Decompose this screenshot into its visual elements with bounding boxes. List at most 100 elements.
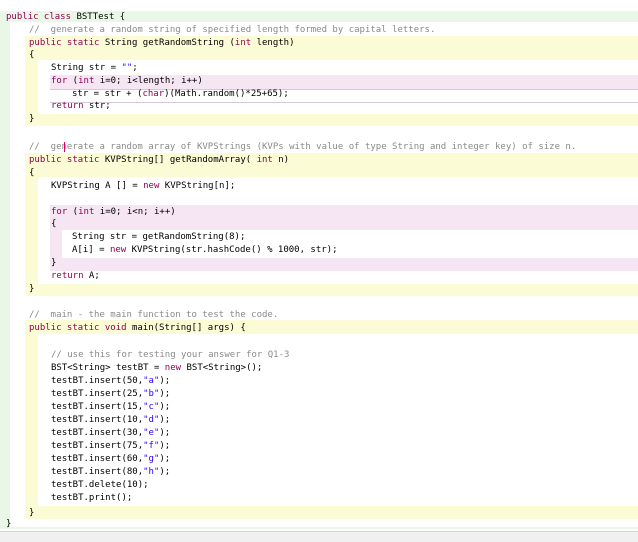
code-token: char xyxy=(142,89,165,99)
code-line-for-loop[interactable]: for (int i=0; i<n; i++) xyxy=(51,206,176,218)
code-token: A; xyxy=(83,271,100,281)
code-line-close-brace[interactable]: } xyxy=(29,283,34,295)
code-token: { xyxy=(29,50,35,60)
code-token: ); xyxy=(159,428,171,438)
code-token: ); xyxy=(159,389,171,399)
code-token: "b" xyxy=(143,389,160,399)
code-line[interactable]: A[i] = new KVPString(str.hashCode() % 10… xyxy=(72,244,338,256)
code-token: testBT.insert(80, xyxy=(51,467,144,477)
code-line-close-brace[interactable]: } xyxy=(29,113,34,125)
code-token: testBT.insert(75, xyxy=(51,441,144,451)
code-token: } xyxy=(29,114,35,124)
code-comment-random-array[interactable]: // generate a random array of KVPStrings… xyxy=(29,141,576,153)
code-line[interactable]: KVPString A [] = new KVPString[n]; xyxy=(51,180,235,192)
code-token: ( xyxy=(67,76,79,86)
code-token: BST<String> testBT = xyxy=(51,363,165,373)
code-token: testBT.insert(30, xyxy=(51,428,144,438)
code-token: // main - the main function to test the … xyxy=(29,310,279,320)
code-token: ); xyxy=(159,467,171,477)
code-token: testBT.insert(25, xyxy=(51,389,144,399)
code-token: KVPString[] getRandomArray( xyxy=(104,155,257,165)
code-token: BSTTest { xyxy=(76,12,126,22)
code-line-open-brace[interactable]: { xyxy=(29,167,34,179)
code-line[interactable]: BST<String> testBT = new BST<String>(); xyxy=(51,362,262,374)
code-token: for xyxy=(51,207,68,217)
code-line-class-declaration[interactable]: public class BSTTest { xyxy=(6,11,125,23)
code-token: testBT.insert(10, xyxy=(51,415,144,425)
code-line-insert[interactable]: testBT.insert(25,"b"); xyxy=(51,388,170,400)
code-token: new xyxy=(109,245,127,255)
code-token: public static void xyxy=(29,323,132,333)
code-token: return xyxy=(51,101,84,111)
code-token: public class xyxy=(6,12,77,22)
code-token: )(Math.random()*25+65); xyxy=(164,89,289,99)
code-token: public static xyxy=(29,155,105,165)
code-line-insert[interactable]: testBT.insert(30,"e"); xyxy=(51,427,170,439)
code-token: { xyxy=(51,219,57,229)
code-token: ; xyxy=(132,63,138,73)
code-comment-testing[interactable]: // use this for testing your answer for … xyxy=(51,349,289,361)
code-line-for-loop[interactable]: for (int i=0; i<length; i++) xyxy=(51,75,203,87)
code-token: int xyxy=(234,38,252,48)
code-token: public static xyxy=(29,38,105,48)
code-token: } xyxy=(6,519,12,529)
code-token: int xyxy=(256,155,273,165)
code-token: testBT.insert(50, xyxy=(51,376,144,386)
code-token: int xyxy=(78,76,95,86)
code-token: String str = xyxy=(51,63,122,73)
code-token: new xyxy=(164,363,182,373)
editor-bottom-edge xyxy=(0,531,638,542)
code-token: ); xyxy=(159,376,171,386)
code-token: String str = getRandomString(8); xyxy=(72,232,246,242)
code-token: n) xyxy=(272,155,290,165)
code-token: ); xyxy=(159,454,171,464)
code-token: "" xyxy=(121,63,133,73)
code-token: "d" xyxy=(143,415,160,425)
code-line-method-signature[interactable]: public static KVPString[] getRandomArray… xyxy=(29,154,289,166)
code-token: // use this for testing your answer for … xyxy=(51,350,290,360)
code-token: i=0; i<n; i++) xyxy=(94,207,176,217)
code-line-insert[interactable]: testBT.insert(60,"g"); xyxy=(51,453,170,465)
code-token: main(String[] args) { xyxy=(131,323,246,333)
code-token: testBT.delete(10); xyxy=(51,480,149,490)
code-token: for xyxy=(51,76,68,86)
code-line-print[interactable]: testBT.print(); xyxy=(51,492,132,504)
code-line-method-signature[interactable]: public static void main(String[] args) { xyxy=(29,322,246,334)
code-comment-random-string[interactable]: // generate a random string of specified… xyxy=(29,24,435,36)
code-line-insert[interactable]: testBT.insert(50,"a"); xyxy=(51,375,170,387)
code-token: testBT.print(); xyxy=(51,493,133,503)
code-line-insert[interactable]: testBT.insert(80,"h"); xyxy=(51,466,170,478)
code-token: ); xyxy=(159,402,171,412)
code-line-return[interactable]: return A; xyxy=(51,270,100,282)
code-comment-main[interactable]: // main - the main function to test the … xyxy=(29,309,278,321)
code-line[interactable]: String str = getRandomString(8); xyxy=(72,231,245,243)
code-line-method-signature[interactable]: public static String getRandomString (in… xyxy=(29,37,295,49)
code-token: } xyxy=(29,284,35,294)
code-token: new xyxy=(143,181,160,191)
code-token: testBT.insert(60, xyxy=(51,454,144,464)
code-line-class-close-brace[interactable]: } xyxy=(6,518,11,530)
code-line-close-brace[interactable]: } xyxy=(29,507,34,519)
code-line-insert[interactable]: testBT.insert(15,"c"); xyxy=(51,401,170,413)
text-cursor xyxy=(64,142,65,152)
code-token: KVPString A [] = xyxy=(51,181,144,191)
code-line[interactable]: String str = ""; xyxy=(51,62,138,74)
code-line-return[interactable]: return str; xyxy=(51,100,111,112)
code-line-delete[interactable]: testBT.delete(10); xyxy=(51,479,149,491)
code-line-insert[interactable]: testBT.insert(75,"f"); xyxy=(51,440,170,452)
code-token: "e" xyxy=(143,428,160,438)
code-token: ); xyxy=(159,441,171,451)
code-token: "g" xyxy=(143,454,160,464)
code-token: KVPString[n]; xyxy=(159,181,236,191)
code-token: "a" xyxy=(143,376,160,386)
code-token: ( xyxy=(67,207,79,217)
code-token: } xyxy=(51,258,57,268)
code-line-open-brace[interactable]: { xyxy=(29,49,34,61)
code-line-insert[interactable]: testBT.insert(10,"d"); xyxy=(51,414,170,426)
code-token: i=0; i<length; i++) xyxy=(94,76,203,86)
code-token: String getRandomString ( xyxy=(104,38,235,48)
code-line-close-brace[interactable]: } xyxy=(51,257,56,269)
code-line[interactable]: str = str + (char)(Math.random()*25+65); xyxy=(72,88,289,100)
code-token: KVPString(str.hashCode() % 1000, str); xyxy=(126,245,338,255)
code-line-open-brace[interactable]: { xyxy=(51,218,56,230)
